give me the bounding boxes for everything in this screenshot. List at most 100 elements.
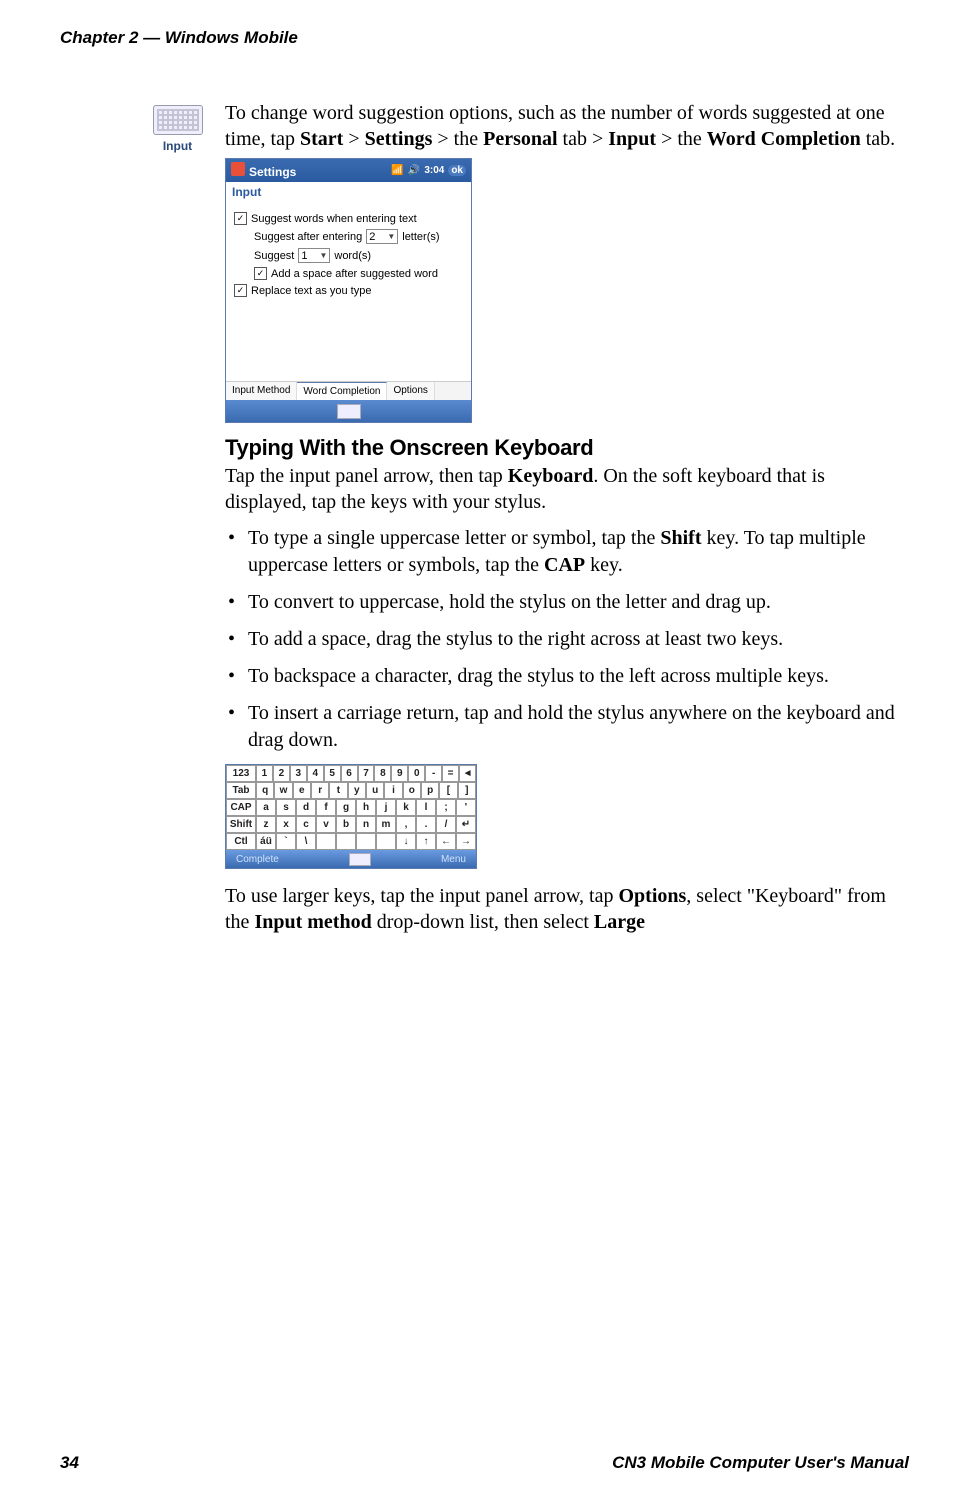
kb-key[interactable]: ]: [458, 782, 476, 799]
kb-key[interactable]: [336, 833, 356, 850]
kb-key[interactable]: m: [376, 816, 396, 833]
kb-key[interactable]: =: [442, 765, 459, 782]
complete-label[interactable]: Complete: [236, 854, 279, 865]
kb-key[interactable]: o: [403, 782, 421, 799]
text: key.: [585, 554, 623, 576]
kb-key[interactable]: →: [456, 833, 476, 850]
kb-key[interactable]: /: [436, 816, 456, 833]
kb-key[interactable]: 3: [290, 765, 307, 782]
bold-cap: CAP: [544, 554, 585, 576]
kb-key[interactable]: g: [336, 799, 356, 816]
kb-key[interactable]: k: [396, 799, 416, 816]
bullet-list: To type a single uppercase letter or sym…: [225, 525, 909, 754]
kb-key[interactable]: 7: [358, 765, 375, 782]
kb-key[interactable]: r: [311, 782, 329, 799]
wm-row-suggest-count: Suggest 1▼ word(s): [234, 248, 463, 263]
text: tab >: [558, 128, 609, 150]
kb-key[interactable]: h: [356, 799, 376, 816]
text: Tap the input panel arrow, then tap: [225, 465, 508, 487]
kb-key[interactable]: ←: [436, 833, 456, 850]
bold-large: Large: [594, 911, 645, 933]
wm-row-suggest-words[interactable]: Suggest words when entering text: [234, 212, 463, 225]
chevron-down-icon: ▼: [387, 232, 395, 241]
kb-key[interactable]: y: [348, 782, 366, 799]
checkbox-icon[interactable]: [234, 212, 247, 225]
kb-key[interactable]: Ctl: [226, 833, 256, 850]
kb-key[interactable]: d: [296, 799, 316, 816]
kb-key[interactable]: Tab: [226, 782, 256, 799]
kb-key[interactable]: 8: [374, 765, 391, 782]
checkbox-icon[interactable]: [254, 267, 267, 280]
kb-key[interactable]: `: [276, 833, 296, 850]
kb-key[interactable]: f: [316, 799, 336, 816]
ok-button[interactable]: ok: [448, 165, 466, 176]
kb-key[interactable]: j: [376, 799, 396, 816]
kb-key[interactable]: \: [296, 833, 316, 850]
kb-key[interactable]: t: [329, 782, 347, 799]
wm-row-add-space[interactable]: Add a space after suggested word: [234, 267, 463, 280]
kb-key[interactable]: ': [456, 799, 476, 816]
kb-key[interactable]: Shift: [226, 816, 256, 833]
kb-key[interactable]: 2: [273, 765, 290, 782]
section-heading: Typing With the Onscreen Keyboard: [225, 435, 909, 461]
kb-key[interactable]: ↓: [396, 833, 416, 850]
kb-key[interactable]: [316, 833, 336, 850]
tab-word-completion[interactable]: Word Completion: [297, 382, 387, 400]
kb-key[interactable]: .: [416, 816, 436, 833]
wm-settings-screenshot: Settings 📶 🔊 3:04 ok Input Suggest words…: [225, 158, 472, 423]
kb-key[interactable]: i: [384, 782, 402, 799]
wm-subtitle: Input: [226, 182, 471, 202]
kb-key[interactable]: p: [421, 782, 439, 799]
bullet-item: To type a single uppercase letter or sym…: [243, 525, 909, 579]
wm-row-suggest-after: Suggest after entering 2▼ letter(s): [234, 229, 463, 244]
kb-key[interactable]: u: [366, 782, 384, 799]
kb-key[interactable]: ↑: [416, 833, 436, 850]
kb-key[interactable]: 5: [324, 765, 341, 782]
kb-key[interactable]: n: [356, 816, 376, 833]
kb-key[interactable]: a: [256, 799, 276, 816]
wm-row-replace-text[interactable]: Replace text as you type: [234, 284, 463, 297]
letters-dropdown[interactable]: 2▼: [366, 229, 398, 244]
kb-key[interactable]: ;: [436, 799, 456, 816]
kb-key[interactable]: [: [439, 782, 457, 799]
kb-key[interactable]: x: [276, 816, 296, 833]
kb-key[interactable]: ◄: [459, 765, 476, 782]
tab-input-method[interactable]: Input Method: [226, 382, 297, 400]
kb-key[interactable]: 0: [408, 765, 425, 782]
kb-key[interactable]: 1: [256, 765, 273, 782]
kb-key[interactable]: -: [425, 765, 442, 782]
kb-key[interactable]: b: [336, 816, 356, 833]
kb-key[interactable]: w: [274, 782, 292, 799]
bold-options: Options: [618, 885, 686, 907]
sip-keyboard-icon[interactable]: [337, 404, 361, 419]
kb-key[interactable]: z: [256, 816, 276, 833]
kb-key[interactable]: [356, 833, 376, 850]
kb-key[interactable]: 4: [307, 765, 324, 782]
text: To use larger keys, tap the input panel …: [225, 885, 618, 907]
kb-key[interactable]: c: [296, 816, 316, 833]
kb-key[interactable]: q: [256, 782, 274, 799]
dd-value: 1: [301, 250, 307, 262]
chevron-down-icon: ▼: [319, 251, 327, 260]
kb-key[interactable]: s: [276, 799, 296, 816]
menu-label[interactable]: Menu: [441, 854, 466, 865]
kb-key[interactable]: ,: [396, 816, 416, 833]
wm-bottom-bar: [226, 400, 471, 422]
text: tab.: [861, 128, 895, 150]
checkbox-icon[interactable]: [234, 284, 247, 297]
kb-key[interactable]: CAP: [226, 799, 256, 816]
keyboard-keys: 1231234567890-=◄Tabqwertyuiop[]CAPasdfgh…: [226, 765, 476, 850]
section-intro-para: Tap the input panel arrow, then tap Keyb…: [225, 463, 909, 515]
sip-keyboard-icon[interactable]: [349, 853, 371, 866]
kb-key[interactable]: 6: [341, 765, 358, 782]
words-dropdown[interactable]: 1▼: [298, 248, 330, 263]
tab-options[interactable]: Options: [387, 382, 434, 400]
kb-key[interactable]: áü: [256, 833, 276, 850]
kb-key[interactable]: l: [416, 799, 436, 816]
kb-key[interactable]: v: [316, 816, 336, 833]
kb-key[interactable]: [376, 833, 396, 850]
kb-key[interactable]: ↵: [456, 816, 476, 833]
kb-key[interactable]: e: [293, 782, 311, 799]
kb-key[interactable]: 123: [226, 765, 256, 782]
kb-key[interactable]: 9: [391, 765, 408, 782]
